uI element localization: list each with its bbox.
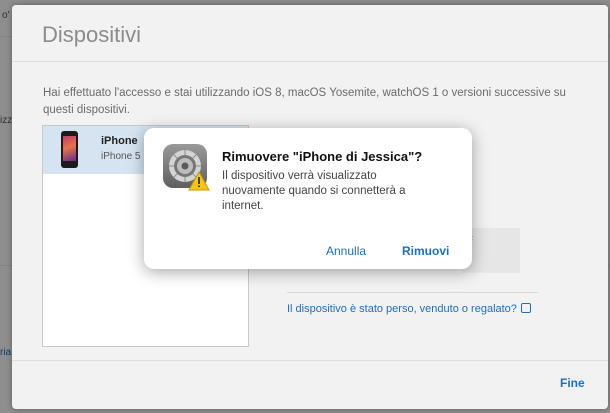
detail-divider — [287, 292, 538, 293]
device-name: iPhone di Jessica — [101, 135, 141, 147]
lost-device-link-label: Il dispositivo è stato perso, venduto o … — [287, 303, 517, 315]
external-link-icon — [520, 303, 531, 313]
cancel-button[interactable]: Annulla — [326, 244, 366, 258]
sheet-title: Dispositivi — [42, 22, 142, 47]
sheet-header: Dispositivi — [12, 5, 608, 62]
done-button[interactable]: Fine — [560, 376, 585, 390]
dialog-title: Rimuovere "iPhone di Jessica"? — [222, 149, 423, 164]
remove-device-dialog: Rimuovere "iPhone di Jessica"? Il dispos… — [144, 128, 472, 269]
iphone-icon — [61, 131, 78, 168]
footer-divider — [12, 360, 608, 361]
dialog-message: Il dispositivo verrà visualizzato nuovam… — [222, 170, 406, 212]
sheet-description: Hai effettuato l'accesso e stai utilizza… — [43, 87, 566, 116]
lost-device-link[interactable]: Il dispositivo è stato perso, venduto o … — [287, 303, 531, 315]
remove-button[interactable]: Rimuovi — [402, 244, 449, 258]
settings-warning-icon — [162, 143, 210, 191]
device-model: iPhone 5s — [101, 151, 141, 162]
